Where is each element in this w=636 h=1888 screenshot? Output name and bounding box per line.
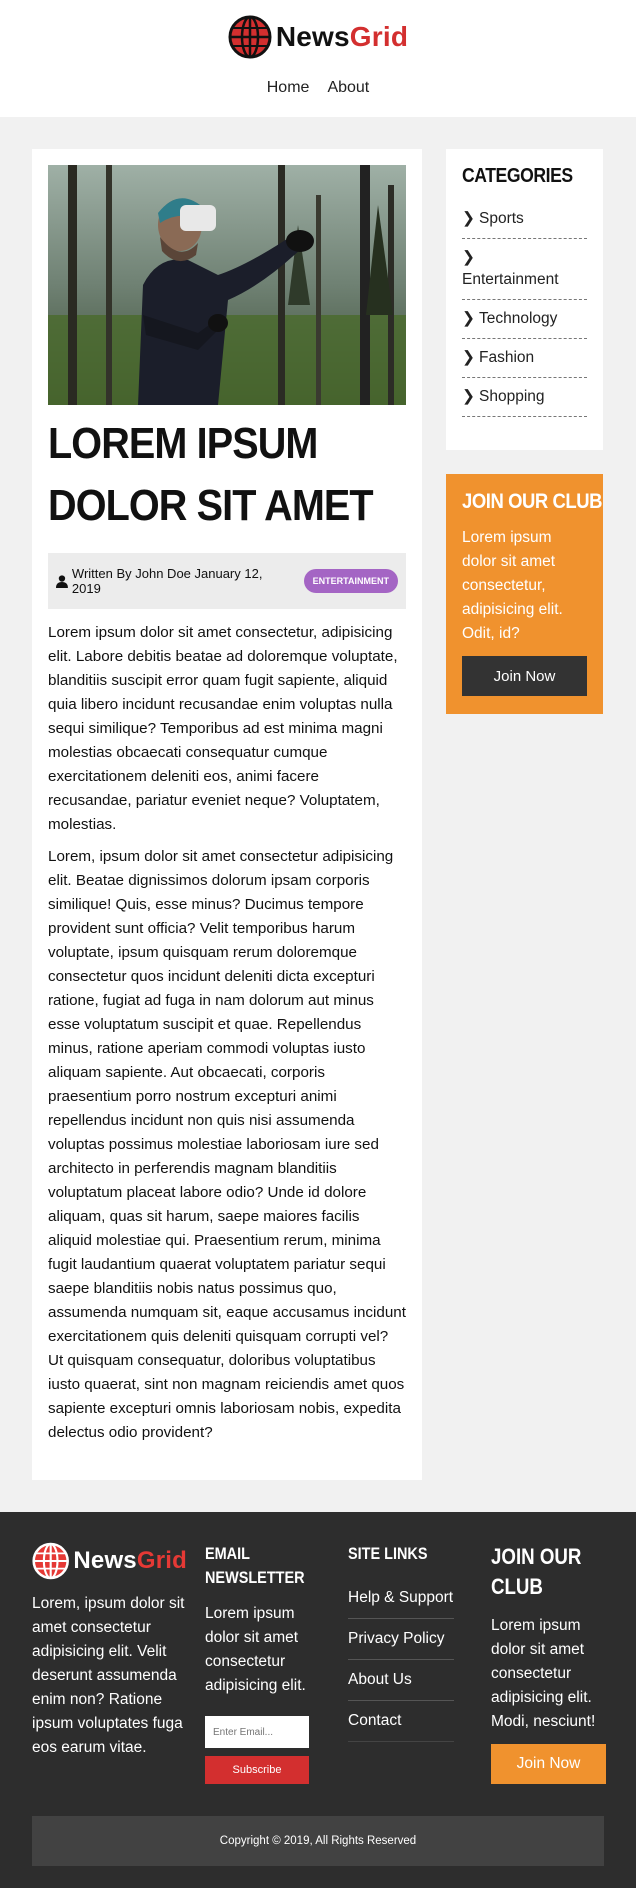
categories-list: ❯ Sports ❯ Entertainment ❯ Technology ❯ Fash… bbox=[462, 200, 587, 417]
footer-about: NewsGrid Lorem, ipsum dolor sit amet con… bbox=[32, 1542, 187, 1784]
copyright-text: Copyright © 2019, All Rights Reserved bbox=[219, 1835, 417, 1847]
site-link-privacy[interactable]: Privacy Policy bbox=[348, 1619, 454, 1660]
category-item-fashion[interactable]: ❯ Fashion bbox=[462, 339, 587, 378]
article-title: LOREM IPSUM DOLOR SIT AMET bbox=[48, 419, 374, 530]
site-link-contact[interactable]: Contact bbox=[348, 1701, 454, 1742]
site-links-heading: Site Links bbox=[348, 1544, 428, 1563]
brand-name: NewsGrid bbox=[275, 21, 409, 52]
sidebar: Categories ❯ Sports ❯ Entertainment ❯ Techn… bbox=[446, 149, 603, 1480]
globe-icon bbox=[32, 1542, 69, 1580]
article-meta: Written By John Doe January 12, 2019 ENT… bbox=[48, 553, 406, 609]
categories-heading: Categories bbox=[462, 165, 573, 187]
category-item-sports[interactable]: ❯ Sports bbox=[462, 200, 587, 239]
article-byline: Written By John Doe January 12, 2019 bbox=[71, 566, 263, 596]
newsletter-text: Lorem ipsum dolor sit amet consectetur a… bbox=[205, 1605, 306, 1694]
email-input[interactable] bbox=[205, 1716, 309, 1748]
join-now-button[interactable]: Join Now bbox=[462, 656, 587, 696]
main-nav: Home About bbox=[267, 79, 370, 97]
category-item-technology[interactable]: ❯ Technology bbox=[462, 300, 587, 339]
footer-about-text: Lorem, ipsum dolor sit amet consectetur … bbox=[32, 1595, 185, 1756]
footer-join-now-button[interactable]: Join Now bbox=[491, 1744, 606, 1784]
footer-club-heading: Join Our Club bbox=[491, 1544, 582, 1599]
globe-icon bbox=[228, 15, 272, 59]
chevron-right-icon: ❯ bbox=[462, 388, 475, 405]
site-link-about[interactable]: About Us bbox=[348, 1660, 454, 1701]
article-paragraph: Lorem, ipsum dolor sit amet consectetur … bbox=[48, 848, 406, 1441]
nav-home-link[interactable]: Home bbox=[267, 79, 310, 97]
nav-about-link[interactable]: About bbox=[327, 79, 369, 97]
categories-widget: Categories ❯ Sports ❯ Entertainment ❯ Techn… bbox=[446, 149, 603, 450]
club-text: Lorem ipsum dolor sit amet consectetur, … bbox=[462, 529, 563, 642]
article-card: LOREM IPSUM DOLOR SIT AMET Written By Jo… bbox=[32, 149, 422, 1480]
footer-club-text: Lorem ipsum dolor sit amet consectetur a… bbox=[491, 1617, 596, 1730]
article-body: Lorem ipsum dolor sit amet consectetur, … bbox=[48, 621, 406, 1445]
user-icon bbox=[56, 574, 68, 588]
chevron-right-icon: ❯ bbox=[462, 249, 475, 266]
footer-newsletter: Email Newsletter Lorem ipsum dolor sit a… bbox=[205, 1542, 330, 1784]
subscribe-button[interactable]: Subscribe bbox=[205, 1756, 309, 1784]
footer-columns: NewsGrid Lorem, ipsum dolor sit amet con… bbox=[32, 1542, 606, 1784]
main-container: LOREM IPSUM DOLOR SIT AMET Written By Jo… bbox=[0, 117, 636, 1480]
site-header: NewsGrid Home About bbox=[0, 0, 636, 117]
footer-logo[interactable]: NewsGrid bbox=[32, 1542, 187, 1580]
category-badge[interactable]: ENTERTAINMENT bbox=[303, 569, 398, 593]
chevron-right-icon: ❯ bbox=[462, 310, 475, 327]
site-footer: NewsGrid Lorem, ipsum dolor sit amet con… bbox=[0, 1512, 636, 1888]
copyright-bar: Copyright © 2019, All Rights Reserved bbox=[32, 1816, 604, 1866]
category-item-shopping[interactable]: ❯ Shopping bbox=[462, 378, 587, 417]
newsletter-heading: Email Newsletter bbox=[205, 1544, 305, 1587]
footer-brand-name: NewsGrid bbox=[73, 1547, 187, 1574]
chevron-right-icon: ❯ bbox=[462, 349, 475, 366]
category-item-entertainment[interactable]: ❯ Entertainment bbox=[462, 239, 587, 300]
site-link-help[interactable]: Help & Support bbox=[348, 1578, 454, 1619]
footer-site-links: Site Links Help & Support Privacy Policy… bbox=[348, 1542, 473, 1784]
article-paragraph: Lorem ipsum dolor sit amet consectetur, … bbox=[48, 624, 398, 833]
club-widget: Join Our Club Lorem ipsum dolor sit amet… bbox=[446, 474, 603, 714]
chevron-right-icon: ❯ bbox=[462, 210, 475, 227]
club-heading: Join Our Club bbox=[462, 490, 603, 513]
brand-logo[interactable]: NewsGrid bbox=[228, 15, 408, 59]
footer-club: Join Our Club Lorem ipsum dolor sit amet… bbox=[491, 1542, 616, 1784]
site-links-list: Help & Support Privacy Policy About Us C… bbox=[348, 1578, 454, 1742]
article-hero-image bbox=[48, 165, 406, 405]
